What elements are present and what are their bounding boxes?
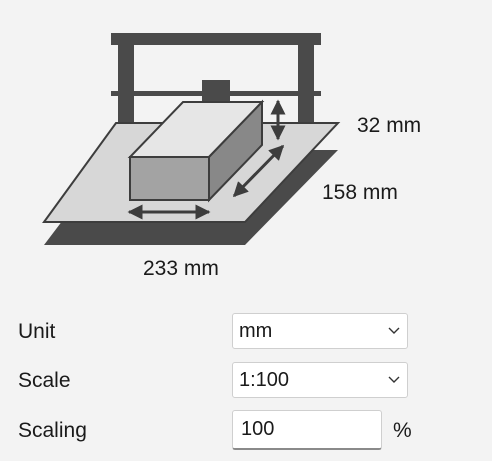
model-front-face [129, 156, 210, 201]
depth-label: 158 mm [322, 181, 398, 204]
percent-suffix: % [393, 419, 412, 442]
scaling-label: Scaling [18, 419, 87, 442]
chevron-down-icon [381, 313, 407, 349]
height-label: 32 mm [357, 114, 422, 137]
frame-top-bar [111, 33, 321, 45]
scaling-input-value: 100 [241, 418, 275, 440]
frame-post-right [298, 38, 314, 134]
printer-illustration [42, 33, 341, 245]
scaling-input[interactable]: 100 [232, 410, 382, 450]
scale-select[interactable]: 1:100 [232, 362, 408, 398]
scale-select-value: 1:100 [239, 368, 290, 391]
scale-label: Scale [18, 369, 71, 392]
chevron-down-icon [381, 362, 407, 398]
unit-select-value: mm [239, 319, 273, 342]
width-label: 233 mm [143, 257, 219, 280]
unit-select[interactable]: mm [232, 313, 408, 349]
unit-label: Unit [18, 320, 56, 343]
